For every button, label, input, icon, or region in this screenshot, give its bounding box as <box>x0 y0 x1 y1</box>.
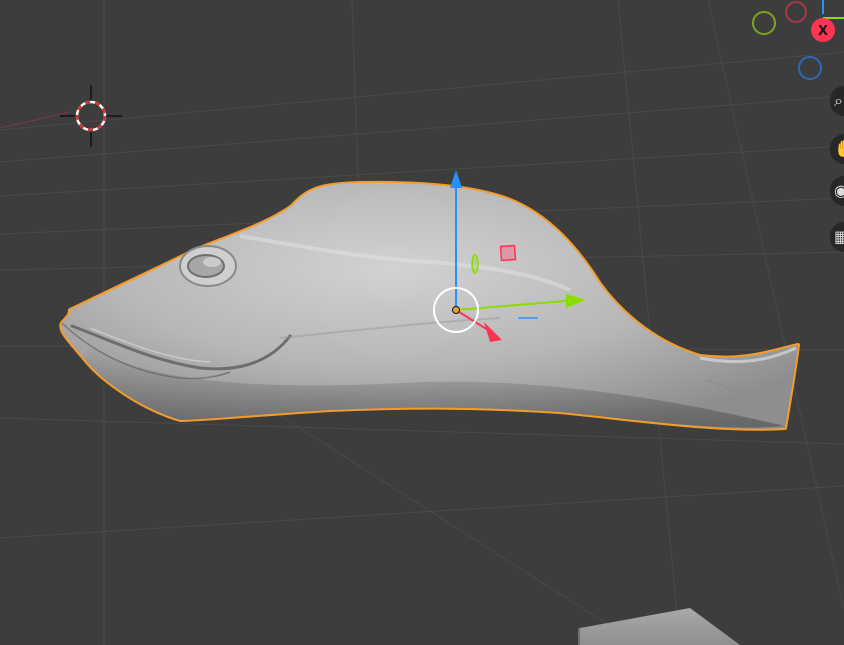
grid-perspective-icon: ▦ <box>834 227 844 246</box>
camera-icon: ◉ <box>834 181 844 200</box>
nav-gizmo-x-label: X <box>818 24 828 39</box>
gizmo-xz-plane-handle[interactable] <box>499 244 517 262</box>
nav-gizmo-neg-y-icon[interactable] <box>752 11 776 35</box>
nav-gizmo-neg-x-icon[interactable] <box>785 1 807 23</box>
viewport-scene[interactable]: X <box>0 0 844 645</box>
cube-object[interactable] <box>578 608 740 645</box>
navigation-gizmo[interactable]: X <box>752 0 844 80</box>
z-arrow-icon[interactable] <box>450 170 462 188</box>
selected-mesh-object[interactable] <box>59 180 800 431</box>
3d-viewport[interactable]: X ⌕ ✋ ◉ ▦ <box>0 0 844 645</box>
gizmo-yz-plane-handle[interactable] <box>471 254 479 274</box>
object-origin <box>452 306 460 314</box>
zoom-icon: ⌕ <box>834 91 843 110</box>
3d-cursor[interactable] <box>60 85 122 147</box>
nav-gizmo-neg-z-icon[interactable] <box>798 56 822 80</box>
x-axis-line <box>0 111 71 129</box>
hand-pan-icon: ✋ <box>834 139 844 158</box>
fish-eye <box>179 245 237 287</box>
